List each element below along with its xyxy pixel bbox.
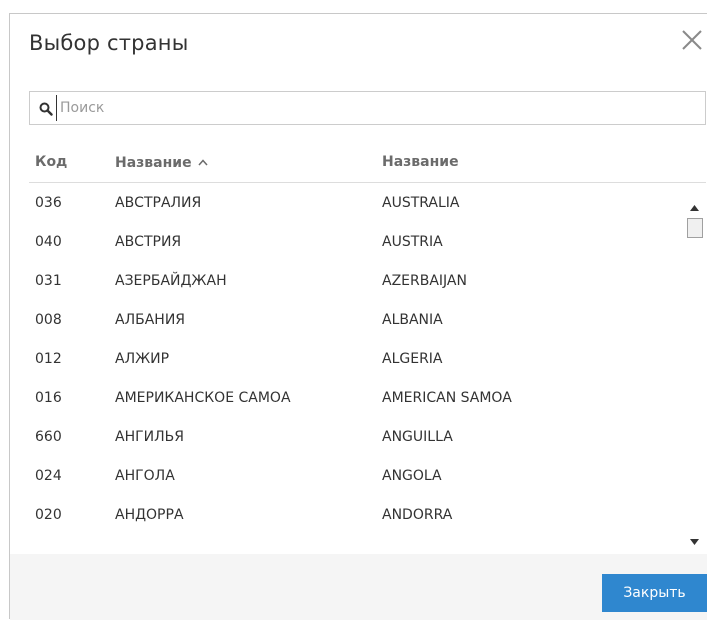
scroll-down-arrow-icon[interactable]	[690, 530, 699, 549]
cell-name-en: ANGOLA	[382, 468, 442, 484]
cell-name-ru: АНДОРРА	[115, 507, 184, 523]
table-scrollbar[interactable]	[686, 190, 704, 546]
column-header-name-en[interactable]: Название	[382, 154, 459, 170]
close-icon[interactable]	[678, 26, 706, 54]
table-body: 036 АВСТРАЛИЯ AUSTRALIA 040 АВСТРИЯ AUST…	[29, 184, 706, 544]
close-button[interactable]: Закрыть	[602, 574, 707, 612]
scroll-up-arrow-icon[interactable]	[690, 196, 699, 215]
cell-code: 008	[35, 312, 62, 328]
cell-code: 031	[35, 273, 62, 289]
cell-name-ru: АЗЕРБАЙДЖАН	[115, 273, 227, 289]
cell-name-en: AUSTRALIA	[382, 195, 460, 211]
table-row[interactable]: 660 АНГИЛЬЯ ANGUILLA	[29, 418, 706, 457]
cell-name-en: AUSTRIA	[382, 234, 443, 250]
column-header-label: Код	[35, 154, 68, 170]
scrollbar-thumb[interactable]	[687, 218, 703, 238]
column-header-name-ru[interactable]: Название	[115, 154, 208, 171]
cell-name-en: AZERBAIJAN	[382, 273, 467, 289]
cell-name-ru: АВСТРИЯ	[115, 234, 182, 250]
cell-name-ru: АЛЖИР	[115, 351, 170, 367]
cell-code: 024	[35, 468, 62, 484]
table-row[interactable]: 031 АЗЕРБАЙДЖАН AZERBAIJAN	[29, 262, 706, 301]
table-row[interactable]: 016 АМЕРИКАНСКОЕ САМОА AMERICAN SAMOA	[29, 379, 706, 418]
table-header: Код Название Название	[29, 152, 706, 183]
search-icon	[39, 101, 53, 120]
table-row[interactable]: 040 АВСТРИЯ AUSTRIA	[29, 223, 706, 262]
table-row[interactable]: 012 АЛЖИР ALGERIA	[29, 340, 706, 379]
table-row[interactable]: 036 АВСТРАЛИЯ AUSTRALIA	[29, 184, 706, 223]
column-header-label: Название	[382, 154, 459, 170]
cell-code: 040	[35, 234, 62, 250]
dialog-title: Выбор страны	[29, 31, 189, 55]
cell-code: 016	[35, 390, 62, 406]
cell-code: 020	[35, 507, 62, 523]
cell-code: 036	[35, 195, 62, 211]
dialog-footer: Закрыть	[10, 554, 707, 620]
cell-name-en: ALGERIA	[382, 351, 443, 367]
table-row[interactable]: 024 АНГОЛА ANGOLA	[29, 457, 706, 496]
cell-name-ru: АМЕРИКАНСКОЕ САМОА	[115, 390, 291, 406]
cell-name-en: ALBANIA	[382, 312, 443, 328]
cell-name-ru: АНГОЛА	[115, 468, 175, 484]
cell-name-en: ANGUILLA	[382, 429, 453, 445]
cell-name-ru: АНГИЛЬЯ	[115, 429, 184, 445]
column-header-label: Название	[115, 155, 192, 171]
table-row[interactable]: 020 АНДОРРА ANDORRA	[29, 496, 706, 535]
chevron-up-icon	[198, 154, 208, 170]
cell-code: 012	[35, 351, 62, 367]
cell-name-en: ANDORRA	[382, 507, 453, 523]
cell-name-en: AMERICAN SAMOA	[382, 390, 512, 406]
search-box	[29, 91, 706, 125]
table-row[interactable]: 008 АЛБАНИЯ ALBANIA	[29, 301, 706, 340]
search-input[interactable]	[56, 95, 700, 121]
cell-name-ru: АЛБАНИЯ	[115, 312, 186, 328]
cell-code: 660	[35, 429, 62, 445]
country-select-dialog: Выбор страны Код Название Название 036	[9, 13, 707, 620]
cell-name-ru: АВСТРАЛИЯ	[115, 195, 202, 211]
column-header-code[interactable]: Код	[35, 154, 67, 170]
